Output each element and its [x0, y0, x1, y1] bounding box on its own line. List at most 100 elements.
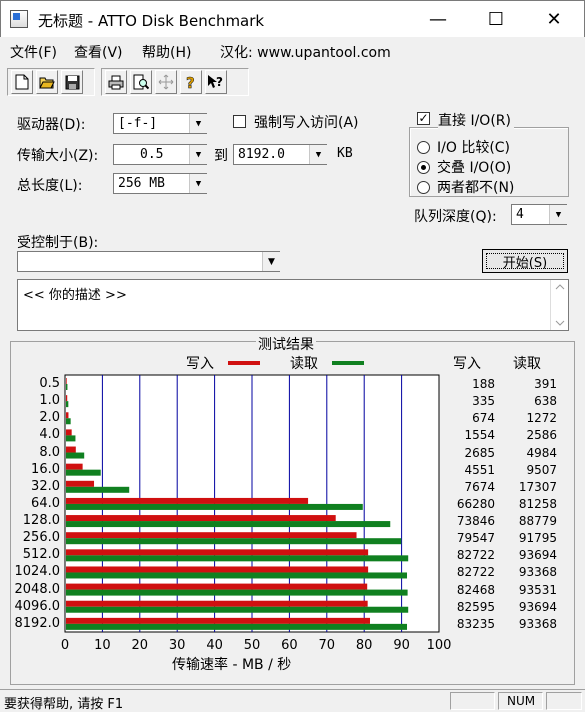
- transfer-size-label: 传输大小(Z):: [17, 148, 99, 164]
- read-value: 91795: [518, 531, 557, 546]
- chevron-down-icon: ▼: [549, 205, 567, 224]
- minimize-button[interactable]: —: [415, 1, 461, 37]
- read-value: 93368: [518, 616, 557, 631]
- move-icon: [158, 74, 174, 90]
- description-text: << 你的描述 >>: [23, 288, 127, 303]
- y-tick-label: 32.0: [31, 478, 60, 494]
- transfer-from-value: 0.5: [140, 147, 164, 162]
- move-button[interactable]: [155, 70, 177, 94]
- y-tick-label: 8192.0: [14, 615, 61, 631]
- x-tick-label: 90: [393, 638, 410, 653]
- print-icon: [108, 75, 124, 89]
- y-tick-label: 64.0: [31, 495, 60, 511]
- io-compare-label: I/O 比较(C): [437, 140, 511, 156]
- status-bar: 要获得帮助, 请按 F1 NUM: [0, 689, 585, 712]
- drive-value: [-f-]: [118, 116, 158, 131]
- menu-file[interactable]: 文件(F): [10, 42, 57, 62]
- write-value: 82722: [456, 565, 495, 580]
- status-cell-1: [450, 692, 495, 710]
- chevron-down-icon: ▼: [189, 114, 207, 133]
- read-value: 81258: [518, 496, 557, 511]
- read-value: 638: [534, 394, 557, 409]
- menu-localized[interactable]: 汉化: www.upantool.com: [220, 42, 391, 62]
- print-button[interactable]: [105, 70, 127, 94]
- transfer-to-value: 8192.0: [238, 147, 285, 162]
- minimize-icon: —: [429, 8, 447, 30]
- y-tick-label: 16.0: [31, 461, 60, 477]
- start-button[interactable]: 开始(S): [482, 249, 568, 273]
- new-file-button[interactable]: [11, 70, 33, 94]
- y-tick-label: 128.0: [22, 513, 60, 529]
- save-button[interactable]: [61, 70, 83, 94]
- close-button[interactable]: ✕: [531, 1, 577, 37]
- queue-depth-select[interactable]: 4 ▼: [511, 204, 567, 225]
- svg-text:?: ?: [186, 74, 195, 90]
- help-button[interactable]: ?: [180, 70, 202, 94]
- start-button-label: 开始(S): [486, 253, 564, 271]
- x-tick-label: 100: [426, 638, 452, 653]
- transfer-size-to-select[interactable]: 8192.0 ▼: [233, 144, 327, 165]
- x-tick-label: 10: [94, 638, 111, 653]
- read-value: 17307: [518, 479, 557, 494]
- open-icon: [39, 77, 55, 89]
- help-icon: ?: [186, 74, 195, 90]
- read-value: 391: [534, 377, 557, 391]
- open-button[interactable]: [36, 70, 58, 94]
- force-write-label: 强制写入访问(A): [254, 115, 359, 131]
- write-value: 79547: [456, 531, 495, 546]
- y-tick-label: 2.0: [39, 410, 60, 426]
- transfer-unit: KB: [337, 146, 353, 161]
- write-value: 188: [472, 377, 495, 391]
- read-value: 9507: [526, 462, 557, 477]
- description-box[interactable]: << 你的描述 >>: [17, 279, 569, 331]
- print-preview-button[interactable]: [130, 70, 152, 94]
- write-value: 66280: [456, 496, 495, 511]
- num-indicator-label: NUM: [507, 694, 536, 708]
- legend-write-label: 写入: [186, 356, 214, 372]
- results-title: 测试结果: [256, 334, 316, 354]
- controlled-by-select[interactable]: ▼: [17, 251, 280, 272]
- description-scrollbar[interactable]: [550, 280, 568, 330]
- x-tick-label: 60: [281, 638, 298, 653]
- drive-select[interactable]: [-f-] ▼: [113, 113, 207, 134]
- force-write-checkbox[interactable]: [233, 115, 246, 128]
- read-value: 1272: [526, 411, 557, 426]
- write-value: 83235: [456, 616, 495, 631]
- menu-view[interactable]: 查看(V): [74, 42, 123, 62]
- direct-io-label: 直接 I/O(R): [438, 110, 514, 130]
- legend-write-swatch: [228, 361, 260, 365]
- io-compare-radio[interactable]: [417, 141, 430, 154]
- direct-io-checkbox[interactable]: ✓: [417, 112, 430, 125]
- chevron-down-icon: ▼: [309, 145, 327, 164]
- transfer-to-label: 到: [214, 148, 228, 164]
- save-icon: [65, 75, 79, 89]
- status-cell-3: [546, 692, 582, 710]
- y-tick-label: 512.0: [22, 547, 60, 563]
- neither-label: 两者都不(N): [437, 180, 515, 196]
- read-value: 88779: [518, 514, 557, 529]
- transfer-size-from-select[interactable]: 0.5 ▼: [113, 144, 207, 165]
- chevron-down-icon: ▼: [189, 145, 207, 164]
- x-tick-label: 30: [168, 638, 186, 653]
- overlap-io-label: 交叠 I/O(O): [437, 160, 512, 176]
- svg-text:?: ?: [216, 75, 223, 89]
- overlap-io-radio[interactable]: [417, 161, 430, 174]
- x-tick-label: 20: [131, 638, 149, 653]
- neither-radio[interactable]: [417, 181, 430, 194]
- total-length-select[interactable]: 256 MB ▼: [113, 173, 207, 194]
- y-tick-label: 0.5: [39, 376, 60, 391]
- print-preview-icon: [133, 74, 149, 90]
- context-help-button[interactable]: ?: [205, 70, 227, 94]
- read-value: 93531: [518, 582, 557, 597]
- x-tick-label: 80: [355, 638, 373, 653]
- write-value: 82595: [456, 599, 495, 614]
- column-read-header: 读取: [513, 356, 541, 372]
- chevron-down-icon: ▼: [189, 174, 207, 193]
- drive-label: 驱动器(D):: [17, 117, 86, 133]
- menu-help[interactable]: 帮助(H): [142, 42, 191, 62]
- new-file-icon: [15, 74, 29, 90]
- write-value: 2685: [464, 445, 495, 460]
- y-tick-label: 4096.0: [14, 598, 61, 614]
- maximize-button[interactable]: ☐: [473, 1, 519, 37]
- y-tick-label: 1024.0: [14, 564, 61, 580]
